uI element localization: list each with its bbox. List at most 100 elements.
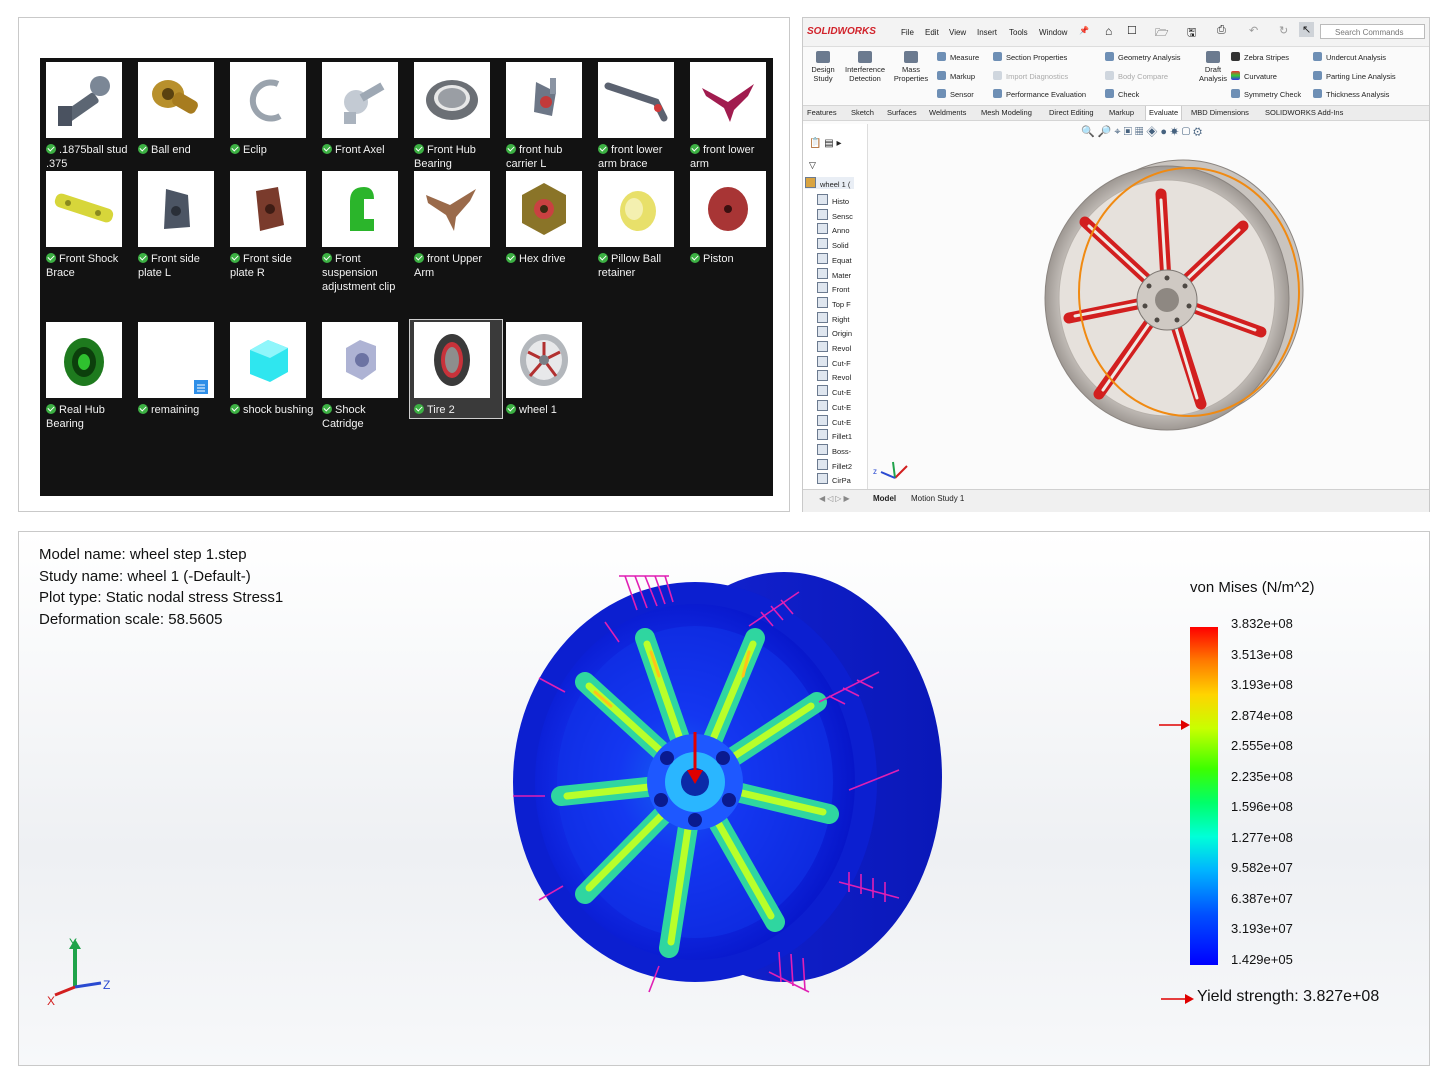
body-compare-button[interactable]: Body Compare (1105, 71, 1168, 81)
tree-item[interactable]: Anno (817, 223, 850, 235)
menu-tools[interactable]: Tools (1009, 28, 1028, 37)
menu-file[interactable]: File (901, 28, 914, 37)
file-tile-shock-catridge[interactable]: Shock Catridge (318, 322, 410, 431)
file-tile-ball-end[interactable]: Ball end (134, 62, 226, 157)
file-tile-front-upper-arm[interactable]: front Upper Arm (410, 171, 502, 280)
tree-item[interactable]: Sensc (817, 208, 853, 221)
rebuild-icon[interactable]: ↻ (1279, 24, 1288, 37)
geometry-analysis-button[interactable]: Geometry Analysis (1105, 52, 1181, 62)
filter-icon[interactable]: ▽ (809, 160, 816, 171)
tree-item[interactable]: Equat (817, 252, 852, 265)
tree-item[interactable]: Cut-E (817, 385, 851, 397)
file-label: Front suspension adjustment clip (322, 253, 396, 293)
measure-button[interactable]: Measure (937, 52, 979, 62)
tree-item-label: Revol (832, 344, 852, 353)
menu-window[interactable]: Window (1039, 28, 1067, 37)
tree-item[interactable]: Revol (817, 341, 851, 353)
file-tile-ball-stud[interactable]: .1875ball stud .375 (42, 62, 134, 171)
print-icon[interactable]: ⎙ (1217, 24, 1226, 37)
file-tile-real-hub-bearing[interactable]: Real Hub Bearing (42, 322, 134, 431)
tab-evaluate[interactable]: Evaluate (1145, 106, 1183, 120)
file-tile-front-shock-brace[interactable]: Front Shock Brace (42, 171, 134, 280)
file-tile-piston[interactable]: Piston (686, 171, 778, 266)
tab-mbd-dimensions[interactable]: MBD Dimensions (1191, 108, 1249, 117)
tree-item[interactable]: Top F (817, 296, 851, 309)
tree-item[interactable]: Histo (817, 194, 849, 206)
file-tile-front-suspension-clip[interactable]: Front suspension adjustment clip (318, 171, 410, 294)
tree-item[interactable]: CirPa (817, 473, 851, 485)
menu-insert[interactable]: Insert (977, 28, 997, 37)
curvature-button[interactable]: Curvature (1231, 71, 1277, 81)
graphics-viewport[interactable]: 🔍🔎⌖▣▦◈●☀▢⚙ z (871, 122, 1427, 488)
file-tile-front-side-plate-r[interactable]: Front side plate R (226, 171, 318, 280)
file-label: Hex drive (519, 253, 566, 265)
sensor-button[interactable]: Sensor (937, 89, 974, 99)
zebra-stripes-button[interactable]: Zebra Stripes (1231, 52, 1289, 62)
tab-solidworks-addins[interactable]: SOLIDWORKS Add-Ins (1265, 108, 1343, 117)
file-tile-eclip[interactable]: Eclip (226, 62, 318, 157)
interference-detection-button[interactable]: Interference Detection (843, 51, 887, 83)
tab-surfaces[interactable]: Surfaces (887, 108, 917, 117)
tree-item[interactable]: Fillet1 (817, 429, 852, 441)
tab-markup[interactable]: Markup (1109, 108, 1134, 117)
mass-properties-button[interactable]: Mass Properties (891, 51, 931, 83)
tab-mesh-modeling[interactable]: Mesh Modeling (981, 108, 1032, 117)
tab-scroll-arrows-icon[interactable]: ◀◁▷▶ (819, 494, 852, 503)
file-tile-shock-bushing[interactable]: shock bushing (226, 322, 318, 417)
thickness-analysis-button[interactable]: Thickness Analysis (1313, 89, 1389, 99)
tree-item[interactable]: Boss- (817, 443, 851, 456)
tree-item[interactable]: Cut-E (817, 399, 851, 412)
feature-manager-tab-icon[interactable]: 📋 ▤ ▸ (809, 138, 841, 149)
tab-direct-editing[interactable]: Direct Editing (1049, 108, 1094, 117)
tree-item[interactable]: Front (817, 282, 850, 294)
tree-item[interactable]: Right (817, 311, 850, 324)
new-document-icon[interactable]: ☐ (1127, 24, 1137, 37)
home-icon[interactable]: ⌂ (1105, 24, 1112, 38)
file-tile-pillow-ball-retainer[interactable]: Pillow Ball retainer (594, 171, 686, 280)
check-button[interactable]: Check (1105, 89, 1139, 99)
file-tile-front-side-plate-l[interactable]: Front side plate L (134, 171, 226, 280)
performance-evaluation-button[interactable]: Performance Evaluation (993, 89, 1086, 99)
open-icon[interactable]: 🗁 (1155, 24, 1169, 43)
undo-icon[interactable]: ↶ (1249, 24, 1258, 37)
heads-up-view-toolbar[interactable]: 🔍🔎⌖▣▦◈●☀▢⚙ (1081, 125, 1205, 139)
file-tile-hex-drive[interactable]: Hex drive (502, 171, 594, 266)
save-icon[interactable]: 🖫 (1187, 24, 1196, 43)
bottom-tabs: ◀◁▷▶ Model Motion Study 1 (803, 489, 1429, 512)
select-cursor-icon[interactable]: ↖ (1299, 22, 1315, 37)
markup-button[interactable]: Markup (937, 71, 975, 81)
synced-check-icon (46, 253, 56, 263)
search-commands-input[interactable]: Search Commands (1320, 24, 1425, 39)
tab-sketch[interactable]: Sketch (851, 108, 874, 117)
file-tile-remaining[interactable]: remaining (134, 322, 226, 417)
tree-item[interactable]: Solid (817, 238, 849, 250)
tab-model[interactable]: Model (873, 494, 896, 503)
tree-item[interactable]: Origin (817, 326, 852, 338)
section-properties-button[interactable]: Section Properties (993, 52, 1067, 62)
import-diagnostics-button[interactable]: Import Diagnostics (993, 71, 1068, 81)
tree-item[interactable]: Revol (817, 370, 851, 382)
parting-line-analysis-button[interactable]: Parting Line Analysis (1313, 71, 1396, 81)
file-tile-front-hub-carrier[interactable]: front hub carrier L (502, 62, 594, 171)
tree-item[interactable]: Cut-E (817, 414, 851, 427)
tab-motion-study-1[interactable]: Motion Study 1 (911, 494, 964, 503)
file-tile-front-lower-arm-brace[interactable]: front lower arm brace (594, 62, 686, 171)
tree-root-part[interactable]: wheel 1 ( (805, 177, 855, 189)
tree-item[interactable]: Cut-F (817, 355, 851, 368)
design-study-button[interactable]: Design Study (803, 51, 843, 83)
symmetry-check-button[interactable]: Symmetry Check (1231, 89, 1301, 99)
tab-weldments[interactable]: Weldments (929, 108, 966, 117)
file-tile-front-lower-arm[interactable]: front lower arm (686, 62, 778, 171)
tab-features[interactable]: Features (807, 108, 837, 117)
tree-item[interactable]: Mater (817, 267, 851, 280)
file-tile-front-axel[interactable]: Front Axel (318, 62, 410, 157)
undercut-analysis-button[interactable]: Undercut Analysis (1313, 52, 1386, 62)
file-tile-tire-2[interactable]: Tire 2 (409, 319, 503, 419)
pin-icon[interactable]: 📌 (1079, 26, 1089, 35)
tree-item[interactable]: Fillet2 (817, 458, 852, 471)
draft-analysis-button[interactable]: Draft Analysis (1193, 51, 1233, 83)
file-tile-front-hub-bearing[interactable]: Front Hub Bearing (410, 62, 502, 171)
menu-view[interactable]: View (949, 28, 966, 37)
menu-edit[interactable]: Edit (925, 28, 939, 37)
file-tile-wheel-1[interactable]: wheel 1 (502, 322, 594, 417)
